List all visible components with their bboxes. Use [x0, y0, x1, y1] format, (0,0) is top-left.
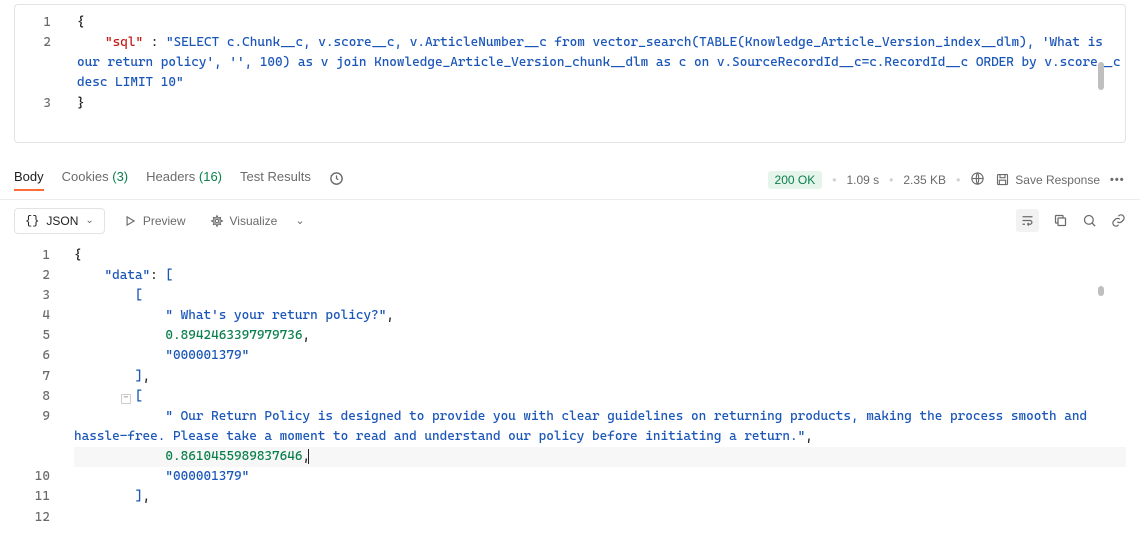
code-content[interactable]: { "data": [ [ " What's your return polic…	[62, 246, 1126, 528]
visualize-icon	[210, 214, 224, 228]
response-time: 1.09 s	[846, 173, 879, 187]
brace: }	[77, 96, 85, 111]
line-number: 10	[14, 467, 62, 487]
tab-test-results[interactable]: Test Results	[240, 169, 311, 190]
json-key: "sql"	[105, 35, 143, 50]
line-number: 1	[15, 13, 65, 33]
more-icon[interactable]: •••	[1110, 174, 1126, 186]
line-number: 4	[14, 306, 62, 326]
play-icon	[123, 214, 137, 228]
format-label: JSON	[46, 214, 78, 228]
code-line[interactable]: {	[74, 246, 1126, 266]
code-line[interactable]: ],	[74, 487, 1126, 507]
brace: {	[77, 15, 85, 30]
line-number: 11	[14, 487, 62, 507]
globe-icon[interactable]	[970, 171, 985, 189]
tab-headers[interactable]: Headers (16)	[146, 169, 222, 190]
tab-cookies[interactable]: Cookies (3)	[62, 169, 128, 190]
line-number: 2	[15, 33, 65, 53]
tab-label: Cookies	[62, 169, 109, 184]
tab-label: Headers	[146, 169, 195, 184]
line-number: 9	[14, 407, 62, 427]
visualize-button[interactable]: Visualize	[204, 210, 284, 232]
link-icon[interactable]	[1111, 213, 1126, 228]
preview-label: Preview	[143, 214, 186, 228]
line-gutter: 1 2 - - 3	[15, 13, 65, 114]
visualize-label: Visualize	[230, 214, 278, 228]
code-line[interactable]: 0.8942463397979736,	[74, 326, 1126, 346]
colon: :	[143, 35, 166, 50]
code-line[interactable]: −[	[74, 387, 1126, 407]
response-body-editor[interactable]: 123456789 101112 { "data": [ [ " What's …	[0, 242, 1140, 532]
response-meta: 200 OK • 1.09 s • 2.35 KB • Save Respons…	[768, 171, 1126, 189]
code-line[interactable]: "data": [	[74, 266, 1126, 286]
line-number: 8	[14, 387, 62, 407]
line-number: 6	[14, 346, 62, 366]
line-gutter: 123456789 101112	[14, 246, 62, 528]
status-badge: 200 OK	[768, 171, 823, 189]
tab-count: (3)	[112, 169, 128, 184]
response-tabs: Body Cookies (3) Headers (16) Test Resul…	[14, 169, 748, 191]
braces-icon: {}	[25, 214, 39, 228]
scrollbar[interactable]	[1098, 62, 1104, 90]
line-number: 7	[14, 367, 62, 387]
dot-separator: •	[889, 173, 893, 187]
code-line[interactable]: "000001379"	[74, 467, 1126, 487]
scrollbar[interactable]	[1098, 286, 1104, 296]
code-line[interactable]: ],	[74, 367, 1126, 387]
code-line[interactable]: " What's your return policy?",	[74, 306, 1126, 326]
code-line[interactable]: [	[74, 286, 1126, 306]
line-number: 5	[14, 326, 62, 346]
chevron-down-icon[interactable]: ⌄	[295, 214, 304, 227]
line-number: 1	[14, 246, 62, 266]
line-number: 3	[15, 94, 65, 114]
dot-separator: •	[832, 173, 836, 187]
code-line[interactable]: 0.8610455989837646,	[74, 447, 1126, 467]
wrap-text-icon[interactable]	[1016, 209, 1039, 232]
copy-icon[interactable]	[1053, 213, 1068, 228]
save-response-button[interactable]: Save Response	[995, 172, 1100, 187]
code-content[interactable]: { "sql" : "SELECT c.Chunk__c, v.score__c…	[65, 13, 1125, 114]
format-dropdown[interactable]: {} JSON ⌄	[14, 208, 105, 234]
history-icon[interactable]	[329, 171, 344, 189]
line-number: 2	[14, 266, 62, 286]
toolbar-right	[1016, 209, 1126, 232]
line-number: 12	[14, 508, 62, 528]
dot-separator: •	[956, 173, 960, 187]
preview-button[interactable]: Preview	[117, 210, 192, 232]
response-bar: Body Cookies (3) Headers (16) Test Resul…	[0, 161, 1140, 200]
request-body-editor[interactable]: 1 2 - - 3 { "sql" : "SELECT c.Chunk__c, …	[14, 4, 1126, 143]
tab-body[interactable]: Body	[14, 169, 44, 191]
chevron-down-icon: ⌄	[85, 215, 93, 226]
json-string: "SELECT c.Chunk__c, v.score__c, v.Articl…	[77, 35, 1121, 90]
line-number: 3	[14, 286, 62, 306]
search-icon[interactable]	[1082, 213, 1097, 228]
tab-count: (16)	[199, 169, 222, 184]
save-response-label: Save Response	[1015, 173, 1100, 187]
response-size: 2.35 KB	[903, 173, 946, 187]
code-line[interactable]: " Our Return Policy is designed to provi…	[74, 407, 1126, 447]
response-toolbar: {} JSON ⌄ Preview Visualize ⌄	[0, 200, 1140, 242]
code-line[interactable]: "000001379"	[74, 346, 1126, 366]
